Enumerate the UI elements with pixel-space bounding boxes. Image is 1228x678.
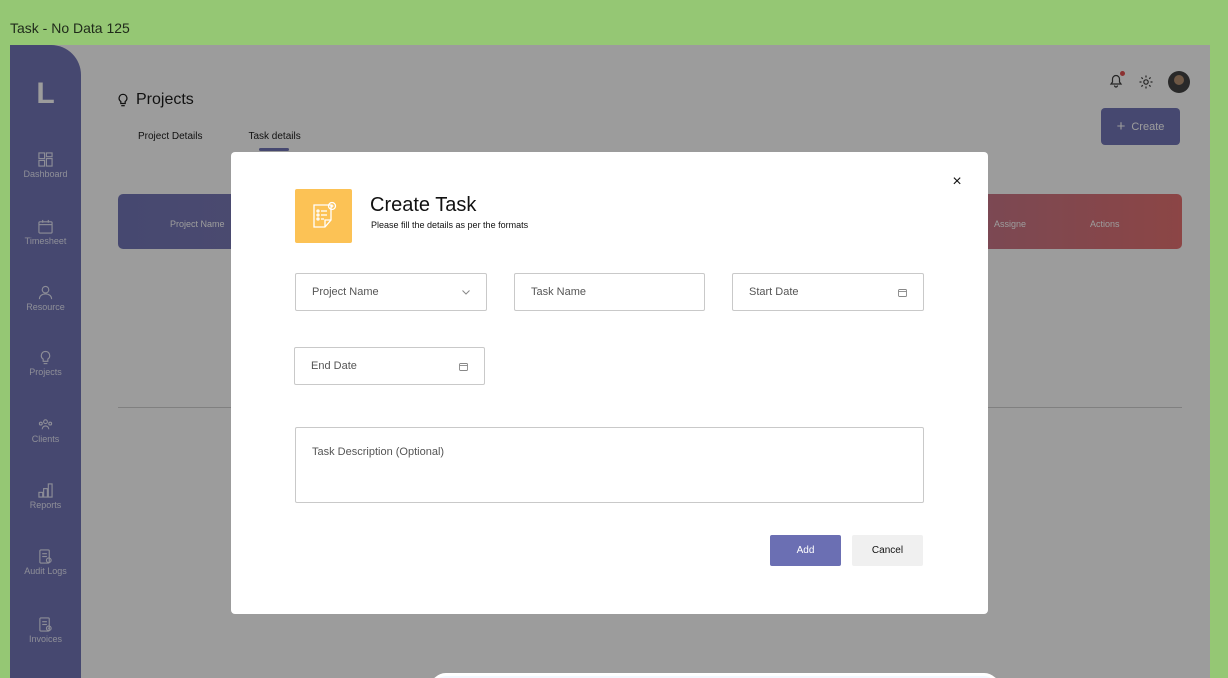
cancel-button[interactable]: Cancel xyxy=(852,535,923,566)
task-description-textarea[interactable]: Task Description (Optional) xyxy=(295,427,924,503)
project-name-placeholder: Project Name xyxy=(312,286,379,298)
app-window: L Dashboard Timesheet Resource Projects … xyxy=(10,45,1210,678)
calendar-icon xyxy=(459,362,468,371)
add-button[interactable]: Add xyxy=(770,535,841,566)
bottom-panel-edge xyxy=(430,673,1000,678)
task-description-placeholder: Task Description (Optional) xyxy=(312,446,445,458)
calendar-icon xyxy=(898,288,907,297)
task-name-placeholder: Task Name xyxy=(531,286,587,298)
chevron-down-icon xyxy=(462,289,470,295)
window-title: Task - No Data 125 xyxy=(10,20,130,36)
dialog-title: Create Task xyxy=(370,194,477,216)
create-task-dialog: × Create Task Please fill the details as… xyxy=(231,152,988,614)
start-date-input[interactable]: Start Date xyxy=(732,273,924,311)
task-note-icon xyxy=(295,189,352,243)
start-date-placeholder: Start Date xyxy=(749,286,799,298)
dialog-subtitle: Please fill the details as per the forma… xyxy=(371,220,529,230)
task-name-input[interactable]: Task Name xyxy=(514,273,705,311)
end-date-input[interactable]: End Date xyxy=(294,347,485,385)
end-date-placeholder: End Date xyxy=(311,360,357,372)
close-icon[interactable]: × xyxy=(949,174,965,190)
project-name-select[interactable]: Project Name xyxy=(295,273,487,311)
